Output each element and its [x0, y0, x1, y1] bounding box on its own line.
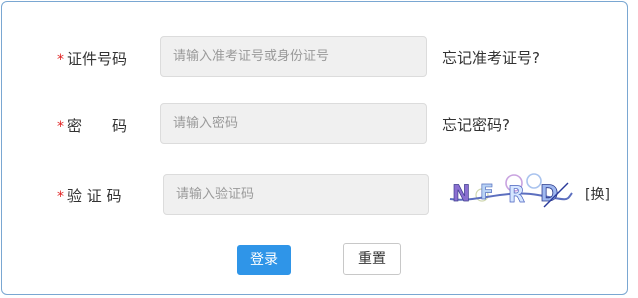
- svg-text:N: N: [452, 182, 470, 207]
- id-number-label-text: 证件号码: [67, 50, 128, 68]
- login-panel: * 证件号码 请输入准考证号或身份证号 忘记准考证号? * 密 码 请输入密码 忘记…: [1, 1, 628, 295]
- password-input[interactable]: 请输入密码: [160, 103, 427, 144]
- forgot-id-link[interactable]: 忘记准考证号?: [442, 47, 540, 68]
- required-mark: *: [57, 189, 64, 205]
- captcha-input[interactable]: 请输入验证码: [163, 174, 429, 215]
- svg-text:F: F: [480, 180, 494, 204]
- forgot-password-link[interactable]: 忘记密码?: [442, 114, 510, 135]
- captcha-label: * 验 证 码: [57, 185, 122, 206]
- login-button[interactable]: 登录: [237, 245, 291, 275]
- id-number-label: * 证件号码: [57, 48, 127, 69]
- required-mark: *: [57, 119, 64, 135]
- password-label: * 密 码: [57, 115, 127, 136]
- id-number-input[interactable]: 请输入准考证号或身份证号: [160, 36, 427, 77]
- captcha-refresh-link[interactable]: [换]: [585, 184, 610, 204]
- password-label-text: 密 码: [67, 117, 128, 135]
- captcha-image[interactable]: N F R D: [446, 169, 574, 213]
- captcha-label-text: 验 证 码: [67, 187, 122, 205]
- svg-text:R: R: [508, 183, 525, 208]
- required-mark: *: [57, 52, 64, 68]
- reset-button[interactable]: 重置: [343, 243, 401, 275]
